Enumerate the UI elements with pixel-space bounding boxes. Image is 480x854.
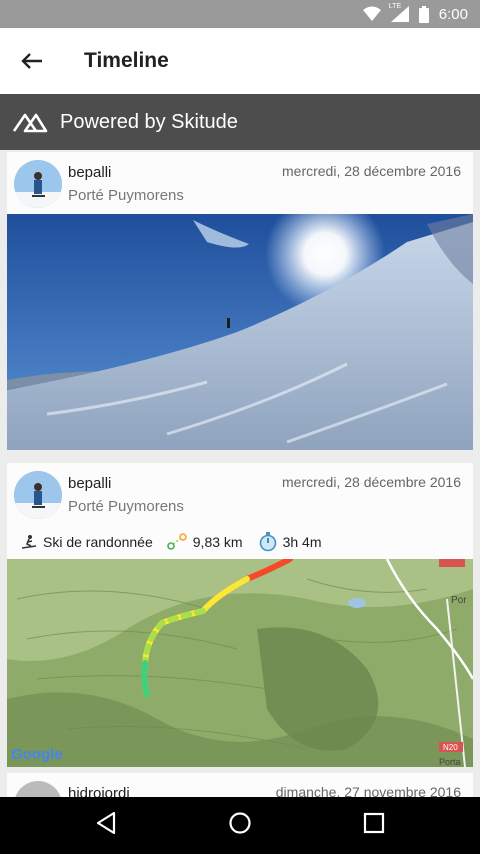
route-map[interactable]: N20 Por Porta Google xyxy=(7,559,473,767)
app-bar: Timeline xyxy=(0,28,480,94)
timeline-card[interactable]: bepalli Porté Puymorens mercredi, 28 déc… xyxy=(7,152,473,450)
system-nav-bar xyxy=(0,797,480,854)
triangle-back-icon xyxy=(97,811,116,835)
location-name: Porté Puymorens xyxy=(68,498,184,515)
timeline-card[interactable]: hidroiordi dimanche, 27 novembre 2016 xyxy=(7,773,473,797)
avatar[interactable] xyxy=(14,781,62,797)
location-name: Porté Puymorens xyxy=(68,187,184,204)
road-label: N20 xyxy=(443,743,458,752)
circle-home-icon xyxy=(229,812,251,834)
battery-icon xyxy=(418,6,429,23)
avatar[interactable] xyxy=(14,471,62,519)
status-bar: LTE 6:00 xyxy=(0,0,480,28)
network-type: LTE xyxy=(388,3,402,10)
username[interactable]: bepalli xyxy=(68,475,111,492)
post-date: dimanche, 27 novembre 2016 xyxy=(275,784,461,797)
page-title: Timeline xyxy=(84,49,169,72)
signal-icon: LTE xyxy=(388,3,409,22)
distance-value: 9,83 km xyxy=(192,534,243,550)
card-header: bepalli Porté Puymorens mercredi, 28 déc… xyxy=(7,152,473,214)
activity-type: Ski de randonnée xyxy=(43,534,153,550)
nav-back-button[interactable] xyxy=(95,811,117,840)
activity-stats: Ski de randonnée 9,83 km 3h 4m xyxy=(7,525,473,559)
skier-icon xyxy=(21,534,37,550)
timeline-feed[interactable]: bepalli Porté Puymorens mercredi, 28 déc… xyxy=(0,150,480,797)
map-attribution: Google xyxy=(11,746,63,763)
stopwatch-icon xyxy=(259,532,277,552)
arrow-left-icon xyxy=(21,53,42,69)
town-label-side: Por xyxy=(451,595,467,606)
username[interactable]: hidroiordi xyxy=(68,785,130,797)
skitude-logo-icon xyxy=(12,113,48,133)
post-date: mercredi, 28 décembre 2016 xyxy=(282,474,461,490)
avatar[interactable] xyxy=(14,160,62,208)
post-photo[interactable] xyxy=(7,214,473,450)
clock: 6:00 xyxy=(438,5,468,23)
card-header: bepalli Porté Puymorens mercredi, 28 déc… xyxy=(7,463,473,525)
nav-home-button[interactable] xyxy=(228,811,252,840)
nav-recents-button[interactable] xyxy=(363,812,385,839)
back-button[interactable] xyxy=(0,28,64,94)
timeline-card[interactable]: bepalli Porté Puymorens mercredi, 28 déc… xyxy=(7,463,473,767)
card-header: hidroiordi dimanche, 27 novembre 2016 xyxy=(7,773,473,797)
username[interactable]: bepalli xyxy=(68,164,111,181)
town-label: Porta xyxy=(439,757,461,767)
square-recents-icon xyxy=(363,812,384,834)
duration-value: 3h 4m xyxy=(282,534,322,550)
banner-text: Powered by Skitude xyxy=(60,110,238,133)
post-date: mercredi, 28 décembre 2016 xyxy=(282,163,461,179)
powered-banner[interactable]: Powered by Skitude xyxy=(0,94,480,150)
wifi-icon xyxy=(362,6,381,22)
route-icon xyxy=(166,533,187,551)
